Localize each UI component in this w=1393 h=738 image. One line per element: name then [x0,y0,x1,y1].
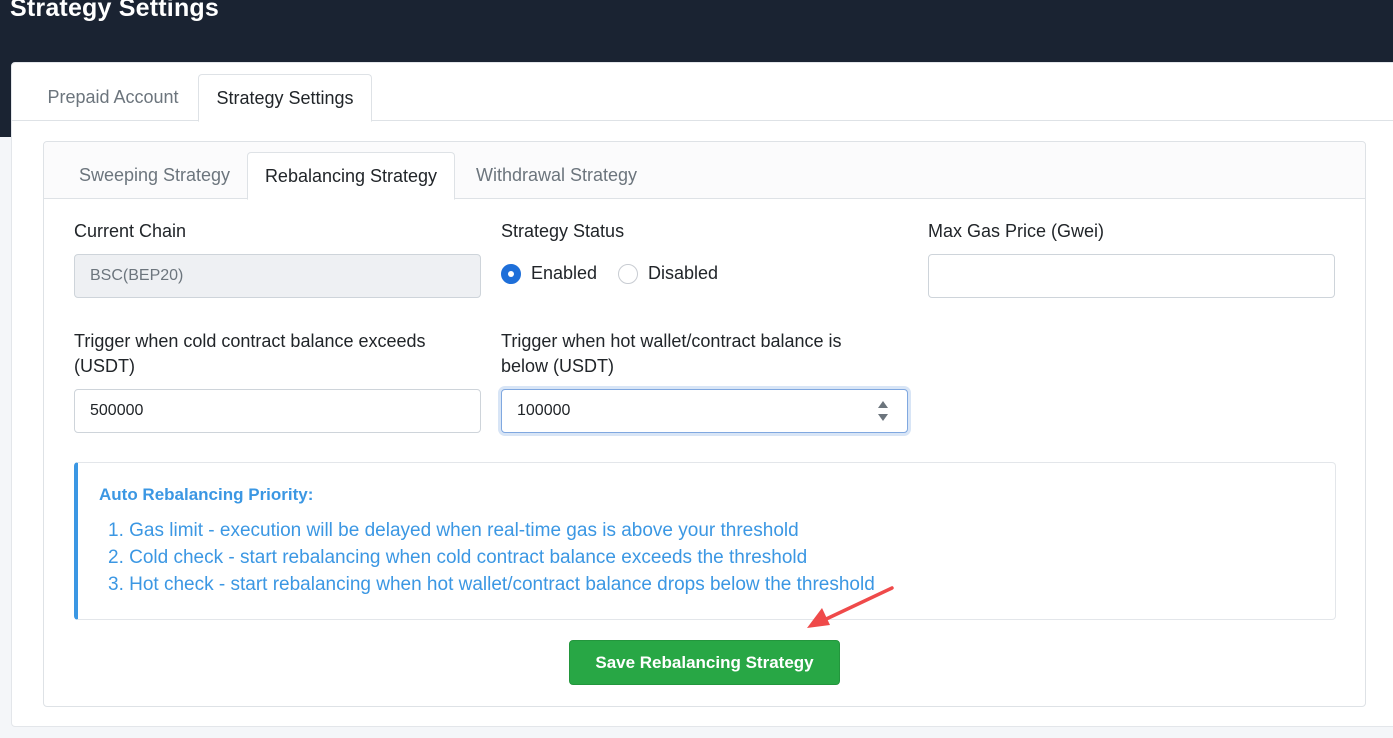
tab-strategy-settings[interactable]: Strategy Settings [198,74,372,122]
page-title: Strategy Settings [10,0,220,22]
tab-rebalancing-strategy[interactable]: Rebalancing Strategy [247,152,455,200]
max-gas-price-input[interactable] [928,254,1335,298]
cold-trigger-input[interactable]: 500000 [74,389,481,433]
hot-trigger-label: Trigger when hot wallet/contract balance… [501,329,842,379]
tab-withdrawal-strategy[interactable]: Withdrawal Strategy [455,152,658,199]
status-enabled-label: Enabled [531,263,598,283]
inner-tab-bar: Sweeping Strategy Rebalancing Strategy W… [44,142,1365,200]
max-gas-price-label: Max Gas Price (Gwei) [928,221,1105,241]
radio-unchecked-icon [618,263,638,284]
priority-item: 2. Cold check - start rebalancing when c… [108,547,808,568]
hot-trigger-value: 100000 [517,402,571,419]
settings-card: Prepaid Account Strategy Settings Sweepi… [11,62,1393,727]
hot-trigger-label-line2: below (USDT) [501,356,615,376]
current-chain-label: Current Chain [74,221,187,241]
status-enabled-radio[interactable]: Enabled [501,263,597,284]
cold-trigger-label-line1: Trigger when cold contract balance excee… [74,331,426,351]
strategy-status-label: Strategy Status [501,221,625,241]
cold-trigger-label-line2: (USDT) [74,356,135,376]
annotation-arrow-icon [807,586,894,628]
priority-title: Auto Rebalancing Priority: [99,485,314,504]
status-disabled-radio[interactable]: Disabled [618,263,718,284]
hot-trigger-label-line1: Trigger when hot wallet/contract balance… [501,331,842,351]
strategy-panel: Sweeping Strategy Rebalancing Strategy W… [43,141,1366,707]
status-disabled-label: Disabled [648,263,719,283]
priority-callout: Auto Rebalancing Priority: 1. Gas limit … [74,462,1336,620]
outer-tab-bar: Prepaid Account Strategy Settings [12,63,1393,122]
radio-checked-icon [501,263,521,284]
tab-prepaid-account[interactable]: Prepaid Account [29,74,197,121]
save-rebalancing-button[interactable]: Save Rebalancing Strategy [569,640,840,685]
current-chain-field: BSC(BEP20) [74,254,481,298]
tab-sweeping-strategy[interactable]: Sweeping Strategy [60,152,249,199]
number-spinner-icon[interactable] [877,399,889,423]
hot-trigger-input[interactable]: 100000 [501,389,908,433]
cold-trigger-label: Trigger when cold contract balance excee… [74,329,426,379]
priority-item: 1. Gas limit - execution will be delayed… [108,520,799,541]
priority-item: 3. Hot check - start rebalancing when ho… [108,574,875,595]
